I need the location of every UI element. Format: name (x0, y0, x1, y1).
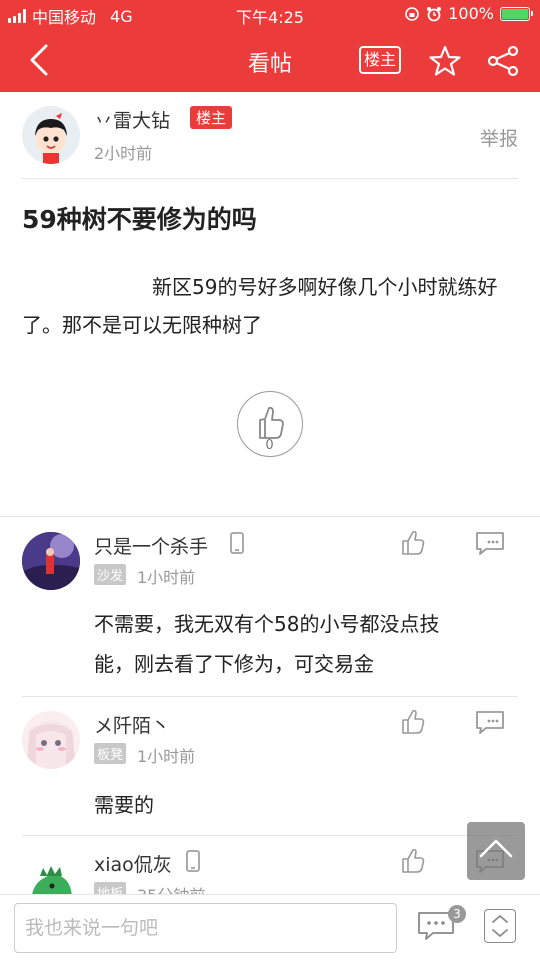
post-time: 2小时前 (94, 144, 153, 163)
orientation-lock-icon (405, 6, 420, 21)
bottom-bar: 我也来说一句吧 3 (0, 894, 540, 960)
avatar[interactable] (22, 106, 80, 164)
reply-time: 35分钟前 (137, 882, 205, 894)
reply-content-line: 不需要，我无双有个58的小号都没点技 (94, 612, 440, 636)
divider (0, 516, 540, 517)
reply-item: メ阡陌丶 板凳 1小时前 需要的 (22, 709, 518, 835)
nav-bar: 看帖 楼主 (0, 30, 540, 92)
alarm-icon (427, 6, 442, 21)
reply-content: 不需要，我无双有个58的小号都没点技 能，刚去看了下修为，可交易金 (94, 604, 439, 684)
op-only-button[interactable]: 楼主 (359, 46, 401, 74)
up-down-icon (492, 914, 508, 938)
avatar[interactable] (22, 856, 80, 894)
phone-icon (230, 532, 244, 554)
reply-time: 1小时前 (137, 747, 196, 766)
avatar[interactable] (22, 711, 80, 769)
like-button[interactable]: 0 (237, 391, 303, 457)
reply-content: 需要的 (94, 785, 154, 825)
scroll-to-top-button[interactable] (467, 822, 525, 880)
thumbs-up-icon[interactable] (400, 709, 426, 735)
post-header: 丷雷大钻 楼主 2小时前 举报 (22, 104, 518, 178)
comment-icon[interactable] (474, 530, 506, 556)
battery-icon (500, 6, 533, 21)
reply-content-line: 能，刚去看了下修为，可交易金 (94, 652, 374, 676)
report-button[interactable]: 举报 (480, 124, 518, 151)
like-count: 0 (265, 438, 274, 453)
floor-badge: 沙发 (94, 564, 127, 585)
reply-input[interactable]: 我也来说一句吧 (14, 903, 397, 953)
post-body: 新区59的号好多啊好像几个小时就练好了。那不是可以无限种树了 (22, 275, 498, 337)
floor-badge: 板凳 (94, 743, 127, 764)
page-nav-button[interactable] (484, 909, 516, 943)
reply-author[interactable]: メ阡陌丶 (94, 711, 170, 738)
divider (22, 696, 518, 697)
star-icon[interactable] (428, 44, 462, 78)
battery-percent: 100% (448, 4, 494, 23)
divider (22, 835, 518, 836)
status-bar: 中国移动 4G 下午4:25 100% (0, 0, 540, 30)
author-name[interactable]: 丷雷大钻 (94, 106, 170, 133)
op-badge: 楼主 (190, 106, 233, 129)
thumbs-up-icon[interactable] (400, 530, 426, 556)
comment-count-badge: 3 (448, 905, 466, 923)
reply-author[interactable]: xiao侃灰 (94, 850, 172, 877)
comment-icon[interactable] (474, 709, 506, 735)
thumbs-up-icon[interactable] (400, 848, 426, 874)
reply-item: 只是一个杀手 沙发 1小时前 不需要，我无双有个58的小号都没点技 能，刚去看了… (22, 530, 518, 694)
phone-icon (186, 850, 200, 872)
arrow-up-icon (479, 839, 513, 858)
reply-time: 1小时前 (137, 568, 196, 587)
floor-badge: 地板 (94, 882, 127, 894)
post-title: 59种树不要修为的吗 (22, 205, 257, 234)
divider (22, 178, 518, 179)
share-icon[interactable] (486, 44, 520, 78)
reply-item: xiao侃灰 地板 35分钟前 (22, 848, 518, 894)
avatar[interactable] (22, 532, 80, 590)
reply-content-line: 需要的 (94, 793, 154, 817)
status-right: 100% (404, 4, 533, 23)
reply-author[interactable]: 只是一个杀手 (94, 532, 208, 559)
